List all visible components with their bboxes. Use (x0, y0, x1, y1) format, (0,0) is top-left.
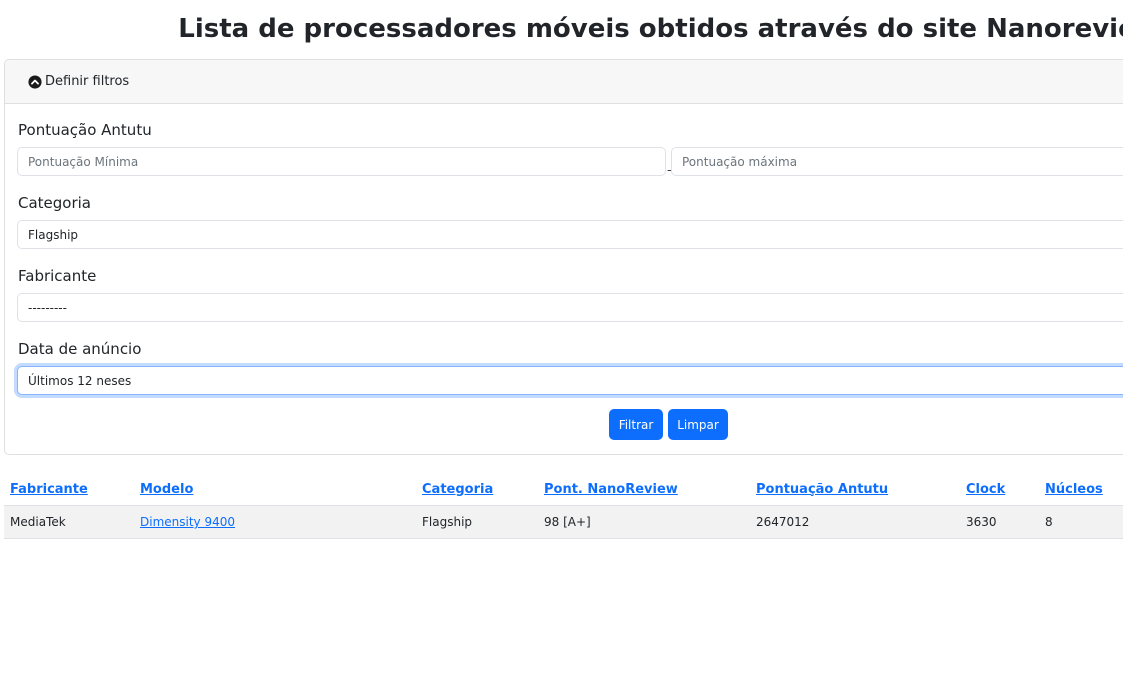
cell-categoria: Flagship (416, 505, 538, 539)
cell-nucleos: 8 (1039, 505, 1123, 539)
manufacturer-label: Fabricante (18, 267, 97, 285)
announce-date-select[interactable]: Últimos 12 neses (17, 366, 1123, 395)
table-header-row: Fabricante Modelo Categoria Pont. NanoRe… (4, 473, 1123, 506)
column-header-categoria[interactable]: Categoria (416, 473, 538, 506)
column-header-pontuacao-antutu[interactable]: Pontuação Antutu (750, 473, 960, 506)
category-select[interactable]: Flagship (17, 220, 1123, 249)
filter-card: Definir filtros Pontuação Antutu Pontuaç… (4, 59, 1123, 455)
chevron-up-circle-icon (28, 74, 42, 89)
column-header-modelo[interactable]: Modelo (134, 473, 416, 506)
column-header-pont-nanoreview[interactable]: Pont. NanoReview (538, 473, 750, 506)
clear-button[interactable]: Limpar (668, 409, 728, 440)
column-header-nucleos[interactable]: Núcleos (1039, 473, 1123, 506)
results-table: Fabricante Modelo Categoria Pont. NanoRe… (4, 473, 1123, 539)
announce-date-label: Data de anúncio (18, 340, 142, 358)
cell-pont-nanoreview: 98 [A+] (538, 505, 750, 539)
column-header-clock[interactable]: Clock (960, 473, 1039, 506)
filter-toggle-label: Definir filtros (45, 74, 130, 89)
category-label: Categoria (18, 194, 92, 212)
column-header-fabricante[interactable]: Fabricante (4, 473, 134, 506)
antutu-max-input[interactable]: Pontuação máxima (671, 147, 1123, 176)
cell-fabricante: MediaTek (4, 505, 134, 539)
manufacturer-select[interactable]: --------- (17, 293, 1123, 322)
filter-button[interactable]: Filtrar (609, 409, 663, 440)
model-link[interactable]: Dimensity 9400 (140, 515, 235, 529)
filter-toggle[interactable]: Definir filtros (5, 60, 1123, 104)
antutu-min-input[interactable]: Pontuação Mínima (17, 147, 666, 176)
cell-modelo: Dimensity 9400 (134, 505, 416, 539)
cell-pontuacao-antutu: 2647012 (750, 505, 960, 539)
cell-clock: 3630 (960, 505, 1039, 539)
antutu-label: Pontuação Antutu (18, 121, 152, 139)
page-title: Lista de processadores móveis obtidos at… (178, 14, 1123, 44)
table-row: MediaTek Dimensity 9400 Flagship 98 [A+]… (4, 505, 1123, 539)
